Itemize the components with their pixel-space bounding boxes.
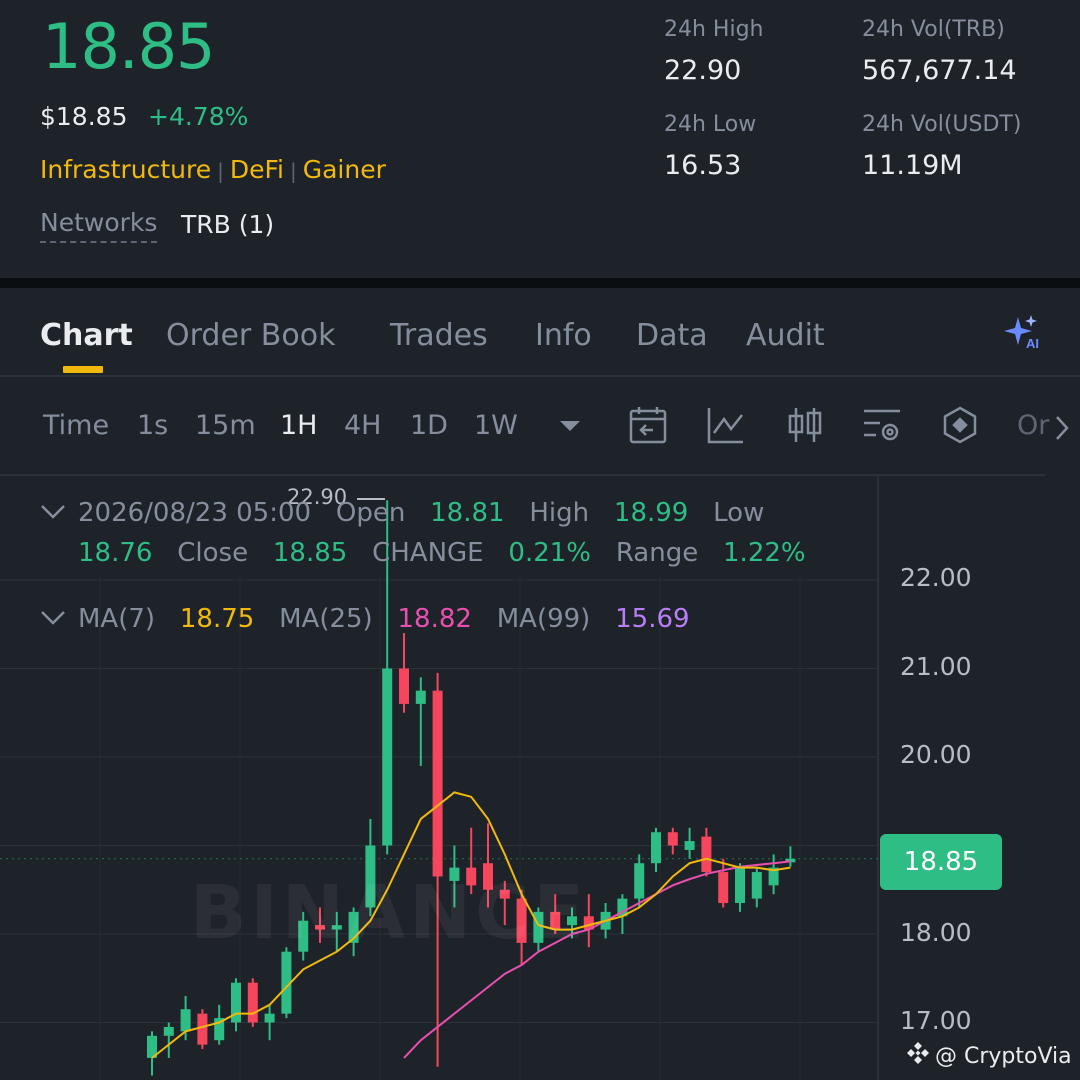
interval-4h[interactable]: 4H [344,410,381,441]
candle-body [180,1009,191,1032]
vol-trb-value: 567,677.14 [862,55,1017,86]
ohlc-row-1: 2026/08/23 05:00 Open 18.81 High 18.99 L… [78,498,764,528]
settings-icon[interactable] [862,405,902,449]
hexagon-icon[interactable] [940,405,980,449]
open-label: Open [335,498,406,528]
axis-price-17: 17.00 [900,1006,972,1035]
candle-body [634,863,645,899]
change-value: 0.21% [508,538,592,568]
more-tools-label[interactable]: Or [1017,410,1049,441]
footer-credit: @ CryptoVia [905,1040,1072,1072]
current-price-tag: 18.85 [880,834,1002,890]
close-value: 18.85 [272,538,348,568]
price-change-percent: +4.78% [148,102,249,131]
low-label: Low [713,498,765,528]
low-value: 18.76 [78,538,153,568]
vol-usdt-label: 24h Vol(USDT) [862,112,1022,137]
binance-logo-icon [905,1040,931,1072]
vol-usdt-value: 11.19M [862,150,963,181]
ma7-value: 18.75 [179,604,255,634]
ma99-value: 15.69 [615,604,690,634]
tab-audit[interactable]: Audit [746,318,825,353]
interval-1w[interactable]: 1W [474,410,518,441]
chevron-down-icon[interactable] [40,503,66,525]
candle-body [432,690,443,877]
ma7-label: MA(7) [78,604,156,634]
tab-info[interactable]: Info [535,318,592,353]
candle-body [667,832,678,846]
high-value: 18.99 [613,498,689,528]
axis-price-18: 18.00 [900,918,972,947]
tag-defi[interactable]: DeFi [230,155,284,184]
ma99-label: MA(99) [496,604,591,634]
candle-body [163,1026,174,1036]
ai-sparkle-icon[interactable]: AI [1000,313,1044,357]
tab-trades[interactable]: Trades [390,318,488,353]
section-divider [0,278,1080,288]
last-price: 18.85 [42,10,215,83]
candle-body [684,841,695,850]
tag-infrastructure[interactable]: Infrastructure [40,155,211,184]
svg-text:AI: AI [1026,336,1039,351]
tag-list: Infrastructure | DeFi | Gainer [40,155,386,184]
candle-body [701,836,712,873]
candle-body [247,982,258,1023]
ohlc-row-2: 18.76 Close 18.85 CHANGE 0.21% Range 1.2… [78,538,806,568]
tag-gainer[interactable]: Gainer [303,155,386,184]
low-24h-label: 24h Low [664,112,757,137]
chevron-right-icon[interactable] [1052,414,1072,446]
interval-1s[interactable]: 1s [137,410,168,441]
ma25-value: 18.82 [397,604,472,634]
candle-body [718,872,729,904]
calendar-icon[interactable] [628,405,668,449]
candle-type-icon[interactable] [785,405,825,449]
candle-body [264,1013,275,1023]
credit-text: @ CryptoVia [935,1043,1072,1069]
high-24h-value: 22.90 [664,55,742,86]
candle-body [415,690,426,704]
watermark: BINANCE [190,870,588,956]
candle-body [735,867,745,904]
ma25-label: MA(25) [279,604,373,634]
range-label: Range [615,538,699,568]
active-tab-indicator [63,366,103,373]
dropdown-caret-icon[interactable] [556,417,584,441]
candle-body [751,872,762,899]
interval-15m[interactable]: 15m [195,410,256,441]
high-24h-label: 24h High [664,17,764,42]
ohlc-datetime: 2026/08/23 05:00 [78,498,312,528]
indicator-icon[interactable] [706,405,746,449]
chevron-down-icon[interactable] [40,609,66,631]
high-label: High [529,498,590,528]
interval-1d[interactable]: 1D [410,410,448,441]
tabs-divider [0,375,1080,377]
networks-value: TRB (1) [181,210,275,239]
tab-order-book[interactable]: Order Book [166,318,335,353]
tab-data[interactable]: Data [636,318,708,353]
low-24h-value: 16.53 [664,150,742,181]
interval-1h[interactable]: 1H [280,410,317,441]
open-value: 18.81 [430,498,505,528]
candle-body [197,1013,208,1045]
ma-legend: MA(7) 18.75 MA(25) 18.82 MA(99) 15.69 [78,604,690,634]
tab-chart[interactable]: Chart [40,318,133,353]
close-label: Close [177,538,249,568]
range-value: 1.22% [723,538,806,568]
axis-price-21: 21.00 [900,652,972,681]
candle-body [399,668,409,704]
axis-price-22: 22.00 [900,563,972,592]
candle-body [382,668,393,846]
axis-price-20: 20.00 [900,740,972,769]
networks-label[interactable]: Networks [40,208,158,243]
usd-price: $18.85 [40,102,128,131]
vol-trb-label: 24h Vol(TRB) [862,17,1005,42]
interval-time[interactable]: Time [43,410,109,441]
candle-body [651,832,661,864]
change-label: CHANGE [372,538,484,568]
